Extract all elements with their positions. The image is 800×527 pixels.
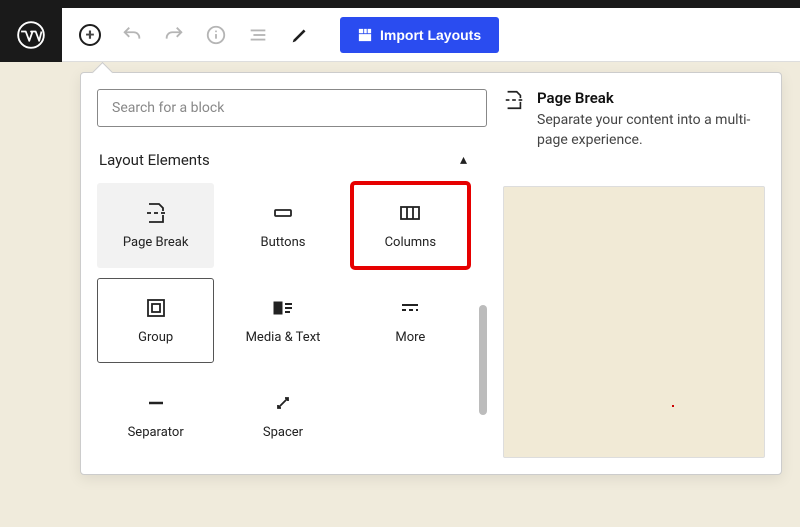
scrollbar-thumb[interactable] <box>479 305 487 415</box>
columns-icon <box>398 201 422 225</box>
layouts-grid-icon <box>358 28 372 42</box>
wordpress-logo[interactable] <box>0 8 62 62</box>
outline-button[interactable] <box>242 19 274 51</box>
block-label: Spacer <box>263 425 303 440</box>
page-break-icon <box>144 201 168 225</box>
redo-icon <box>163 24 185 46</box>
group-icon <box>144 296 168 320</box>
section-title: Layout Elements <box>99 151 210 169</box>
block-label: Media & Text <box>246 330 321 345</box>
block-more[interactable]: More <box>352 278 469 363</box>
inserter-preview-column: Page Break Separate your content into a … <box>503 89 765 458</box>
import-layouts-label: Import Layouts <box>380 27 481 43</box>
info-icon <box>205 24 227 46</box>
block-buttons[interactable]: Buttons <box>224 183 341 268</box>
block-page-break[interactable]: Page Break <box>97 183 214 268</box>
block-label: Page Break <box>123 235 189 250</box>
preview-marker <box>672 405 674 407</box>
block-info-title: Page Break <box>537 89 765 107</box>
block-separator[interactable]: Separator <box>97 373 214 458</box>
plus-circle-icon: + <box>79 24 101 46</box>
page-break-icon <box>503 89 525 115</box>
block-group[interactable]: Group <box>97 278 214 363</box>
buttons-icon <box>271 201 295 225</box>
separator-icon <box>144 391 168 415</box>
inserter-scrollbar[interactable] <box>477 145 487 458</box>
window-top-strip <box>0 0 800 8</box>
block-label: Separator <box>128 425 184 440</box>
block-media-text[interactable]: Media & Text <box>224 278 341 363</box>
inserter-left-column: Search for a block Layout Elements ▴ Pag… <box>97 89 487 458</box>
block-info-header: Page Break Separate your content into a … <box>503 89 765 150</box>
block-label: Group <box>138 330 173 345</box>
search-block-input[interactable]: Search for a block <box>97 89 487 127</box>
redo-button[interactable] <box>158 19 190 51</box>
info-button[interactable] <box>200 19 232 51</box>
wordpress-icon <box>17 21 45 49</box>
chevron-up-icon: ▴ <box>460 152 467 168</box>
block-spacer[interactable]: Spacer <box>224 373 341 458</box>
import-layouts-button[interactable]: Import Layouts <box>340 17 499 53</box>
spacer-icon <box>271 391 295 415</box>
pencil-icon <box>289 24 311 46</box>
add-block-button[interactable]: + <box>74 19 106 51</box>
section-layout-elements[interactable]: Layout Elements ▴ <box>97 145 469 183</box>
undo-button[interactable] <box>116 19 148 51</box>
editor-toolbar: + Import Layouts <box>0 8 800 62</box>
block-info-description: Separate your content into a multi-page … <box>537 111 765 150</box>
edit-button[interactable] <box>284 19 316 51</box>
block-inserter-popover: Search for a block Layout Elements ▴ Pag… <box>80 72 782 475</box>
block-label: Buttons <box>261 235 306 250</box>
block-label: More <box>395 330 425 345</box>
block-preview-area <box>503 186 765 458</box>
editor-canvas: Search for a block Layout Elements ▴ Pag… <box>0 62 800 527</box>
block-label: Columns <box>385 235 437 250</box>
block-list-scroll: Layout Elements ▴ Page Break B <box>97 145 487 458</box>
media-text-icon <box>271 296 295 320</box>
block-grid: Page Break Buttons Columns <box>97 183 469 458</box>
block-columns[interactable]: Columns <box>352 183 469 268</box>
undo-icon <box>121 24 143 46</box>
more-icon <box>398 296 422 320</box>
list-icon <box>247 24 269 46</box>
